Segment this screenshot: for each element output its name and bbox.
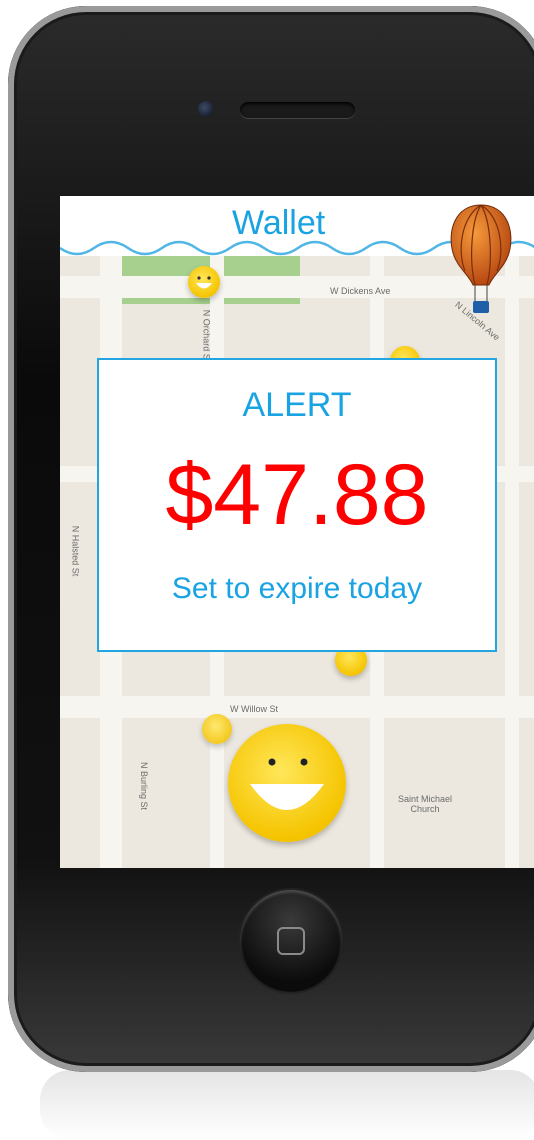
alert-title: ALERT: [242, 386, 352, 424]
alert-subtitle: Set to expire today: [171, 572, 423, 605]
street-label: N Halsted St: [70, 525, 81, 577]
camera-icon: [198, 101, 214, 117]
street-label: Saint Michael Church: [397, 794, 453, 814]
smiley-icon[interactable]: [228, 724, 346, 842]
home-button-icon: [277, 927, 305, 955]
alert-amount: $47.88: [165, 447, 429, 543]
speaker-grille: [240, 102, 355, 118]
page-title: Wallet: [232, 204, 326, 242]
home-button[interactable]: [240, 890, 342, 992]
street-label: N Orchard St: [201, 309, 212, 363]
map-road: [60, 696, 534, 718]
street-label: W Willow St: [230, 704, 278, 714]
hot-air-balloon-icon[interactable]: [445, 201, 517, 319]
phone-reflection: [40, 1070, 534, 1140]
alert-dialog[interactable]: ALERT $47.88 Set to expire today: [97, 358, 497, 652]
smiley-icon[interactable]: [188, 266, 220, 298]
street-label: N Burling St: [139, 761, 150, 811]
app-screen: W Dickens Ave N Lincoln Ave N Halsted St…: [60, 196, 534, 868]
street-label: W Dickens Ave: [330, 286, 391, 296]
phone-frame: W Dickens Ave N Lincoln Ave N Halsted St…: [8, 6, 534, 1072]
